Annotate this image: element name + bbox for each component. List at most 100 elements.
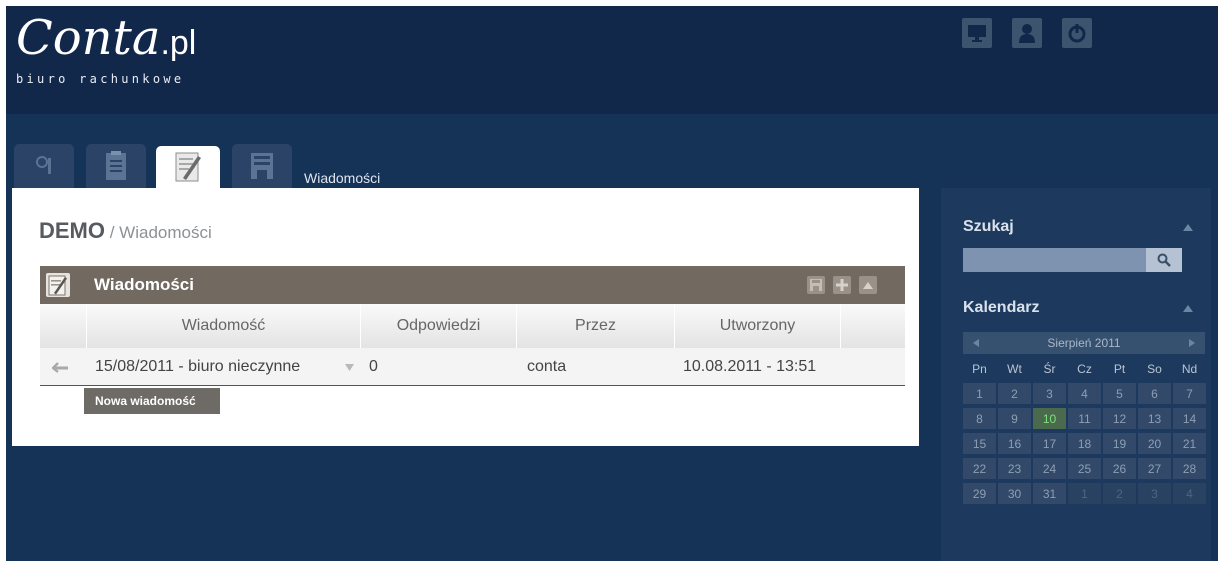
- calendar-day[interactable]: 21: [1173, 433, 1206, 454]
- calendar-day[interactable]: 25: [1068, 458, 1101, 479]
- calendar-collapse-icon[interactable]: [1183, 305, 1193, 312]
- calendar-day[interactable]: 2: [1103, 483, 1136, 504]
- calendar-day[interactable]: 9: [998, 408, 1031, 429]
- calendar-title: Kalendarz: [963, 299, 1040, 316]
- calendar-day[interactable]: 3: [1033, 383, 1066, 404]
- user-button[interactable]: [1012, 18, 1042, 48]
- calendar-prev-button[interactable]: [963, 332, 989, 354]
- collapse-button[interactable]: [859, 276, 877, 294]
- calendar-day[interactable]: 22: [963, 458, 996, 479]
- chevron-up-icon: [863, 282, 873, 289]
- calendar-day[interactable]: 4: [1173, 483, 1206, 504]
- column-header-actions: [840, 304, 905, 348]
- search-input[interactable]: [963, 248, 1146, 272]
- logo-suffix: .pl: [160, 24, 197, 62]
- search-collapse-icon[interactable]: [1183, 224, 1193, 231]
- save-button[interactable]: [807, 276, 825, 294]
- calendar-day[interactable]: 24: [1033, 458, 1066, 479]
- chevron-right-icon: [1189, 339, 1195, 347]
- tab-tools[interactable]: [14, 144, 74, 188]
- calendar-day-today[interactable]: 10: [1033, 408, 1066, 429]
- reply-arrow-icon[interactable]: [52, 348, 78, 386]
- calendar-day[interactable]: 8: [963, 408, 996, 429]
- calendar-day[interactable]: 16: [998, 433, 1031, 454]
- chevron-left-icon: [973, 339, 979, 347]
- calendar-day[interactable]: 28: [1173, 458, 1206, 479]
- calendar-day[interactable]: 18: [1068, 433, 1101, 454]
- breadcrumb-company[interactable]: DEMO: [39, 218, 105, 243]
- table-row[interactable]: 15/08/2011 - biuro nieczynne 0 conta 10.…: [40, 348, 905, 386]
- calendar-day[interactable]: 15: [963, 433, 996, 454]
- user-icon: [1019, 24, 1035, 43]
- calendar-weekday: Śr: [1043, 362, 1056, 376]
- calendar-day[interactable]: 20: [1138, 433, 1171, 454]
- tab-bar: Wiadomości: [6, 114, 936, 188]
- calendar-day[interactable]: 3: [1138, 483, 1171, 504]
- tab-messages[interactable]: [156, 146, 220, 188]
- calendar-day[interactable]: 14: [1173, 408, 1206, 429]
- calendar-weekday: Nd: [1181, 362, 1198, 376]
- sidebar: Szukaj Kalendarz Sierpień 2011 Pn Wt Śr Cz P…: [941, 188, 1211, 561]
- column-header-created[interactable]: Utworzony: [674, 304, 840, 348]
- calendar-day[interactable]: 2: [998, 383, 1031, 404]
- message-subject[interactable]: 15/08/2011 - biuro nieczynne: [95, 348, 345, 386]
- search-icon: [1157, 253, 1171, 267]
- search-button[interactable]: [1146, 248, 1182, 272]
- main-panel: DEMO / Wiadomości Wiadomości Wiadomość O…: [12, 188, 919, 446]
- calendar-day[interactable]: 12: [1103, 408, 1136, 429]
- logo-subtitle: biuro rachunkowe: [16, 72, 185, 86]
- message-author: conta: [527, 358, 567, 375]
- power-button[interactable]: [1062, 18, 1092, 48]
- calendar-day[interactable]: 1: [1068, 483, 1101, 504]
- logo-main-text: Conta: [16, 10, 161, 66]
- edit-document-icon: [46, 273, 70, 297]
- chevron-down-icon: [344, 363, 354, 371]
- calendar-day[interactable]: 17: [1033, 433, 1066, 454]
- tab-clipboard[interactable]: [86, 144, 146, 188]
- tab-save[interactable]: [232, 144, 292, 188]
- logo[interactable]: Conta.pl: [16, 10, 196, 66]
- monitor-icon: [968, 25, 986, 42]
- calendar-weekday: Pt: [1113, 362, 1126, 376]
- message-created: 10.08.2011 - 13:51: [683, 358, 817, 375]
- calendar-day[interactable]: 1: [963, 383, 996, 404]
- header: Conta.pl biuro rachunkowe: [6, 6, 1218, 114]
- messages-box-title: Wiadomości: [94, 275, 194, 294]
- calendar-header: Sierpień 2011: [963, 332, 1205, 354]
- app-window: Conta.pl biuro rachunkowe Wiadomości DEM…: [6, 6, 1218, 561]
- calendar-day[interactable]: 19: [1103, 433, 1136, 454]
- search-title: Szukaj: [963, 218, 1014, 235]
- calendar-day[interactable]: 4: [1068, 383, 1101, 404]
- floppy-icon: [810, 279, 822, 291]
- table-header: Wiadomość Odpowiedzi Przez Utworzony: [40, 304, 905, 348]
- calendar-next-button[interactable]: [1179, 332, 1205, 354]
- calendar-month: Sierpień 2011: [1047, 336, 1121, 350]
- calendar-day[interactable]: 11: [1068, 408, 1101, 429]
- calendar-weekday: Pn: [972, 362, 987, 376]
- active-tab-label: Wiadomości: [304, 170, 381, 186]
- add-button[interactable]: [833, 276, 851, 294]
- power-icon: [1068, 24, 1086, 43]
- edit-document-icon: [175, 152, 201, 182]
- calendar-day[interactable]: 26: [1103, 458, 1136, 479]
- calendar-day[interactable]: 7: [1173, 383, 1206, 404]
- column-header-by[interactable]: Przez: [516, 304, 674, 348]
- calendar-day[interactable]: 31: [1033, 483, 1066, 504]
- clipboard-icon: [106, 151, 126, 180]
- row-dropdown[interactable]: [340, 348, 358, 386]
- calendar-day[interactable]: 6: [1138, 383, 1171, 404]
- breadcrumb: DEMO / Wiadomości: [39, 218, 212, 244]
- calendar-day[interactable]: 29: [963, 483, 996, 504]
- calendar-day[interactable]: 13: [1138, 408, 1171, 429]
- calendar-day[interactable]: 27: [1138, 458, 1171, 479]
- message-replies: 0: [369, 358, 378, 375]
- calendar-day[interactable]: 30: [998, 483, 1031, 504]
- calendar-day[interactable]: 5: [1103, 383, 1136, 404]
- calendar-weekday: So: [1147, 362, 1162, 376]
- breadcrumb-page: / Wiadomości: [105, 223, 212, 242]
- column-header-message[interactable]: Wiadomość: [86, 304, 360, 348]
- column-header-replies[interactable]: Odpowiedzi: [360, 304, 516, 348]
- new-message-button[interactable]: Nowa wiadomość: [84, 388, 220, 414]
- calendar-day[interactable]: 23: [998, 458, 1031, 479]
- monitor-button[interactable]: [962, 18, 992, 48]
